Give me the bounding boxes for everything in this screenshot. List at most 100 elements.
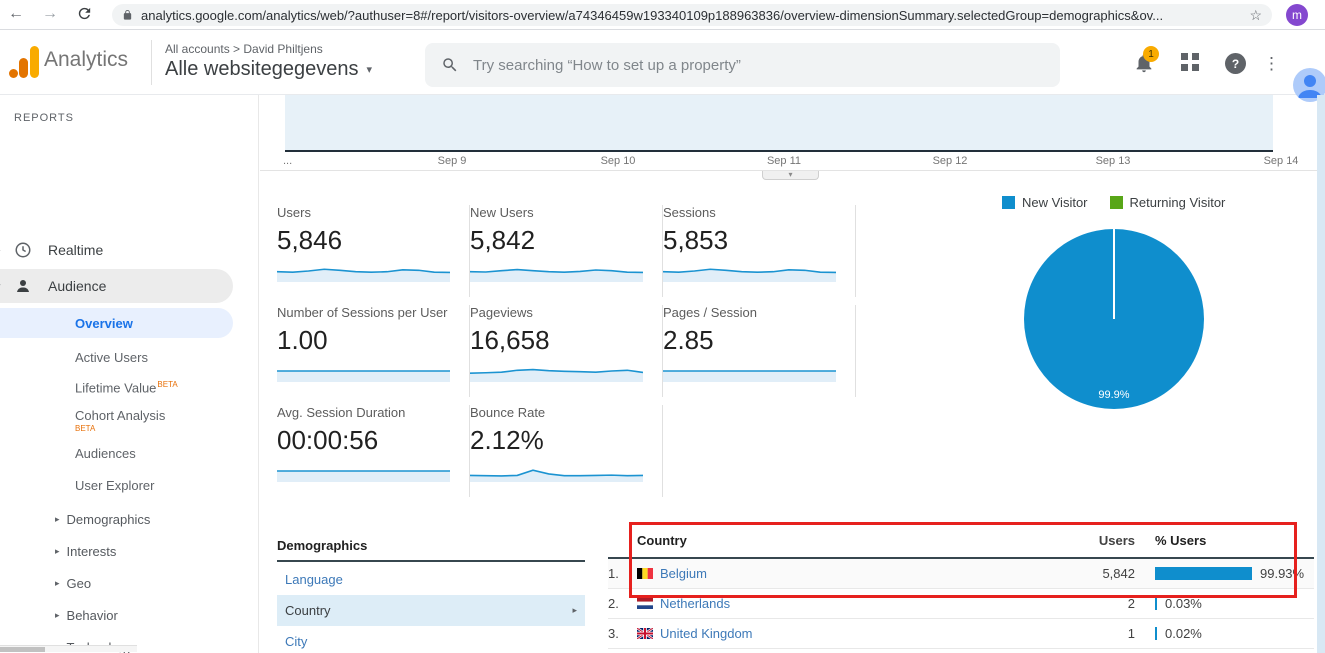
browser-profile-avatar[interactable]: m — [1286, 4, 1308, 26]
metric-label: Number of Sessions per User — [277, 305, 451, 320]
header-divider — [151, 40, 152, 85]
axis-tick: Sep 9 — [438, 155, 467, 167]
overflow-menu-button[interactable]: ⋮ — [1263, 54, 1287, 78]
product-name: Analytics — [44, 48, 128, 72]
search-icon — [441, 56, 459, 74]
metric-value: 5,842 — [470, 225, 644, 256]
chevron-down-icon: ▾ — [0, 281, 1, 292]
browser-forward-button[interactable]: → — [42, 5, 62, 25]
metric-card-avg-session-duration[interactable]: Avg. Session Duration 00:00:56 — [277, 405, 470, 497]
sidebar-item-label: Audience — [48, 278, 106, 294]
country-link[interactable]: Netherlands — [660, 596, 730, 611]
chevron-down-icon: ▾ — [788, 170, 792, 179]
sidebar-item-audiences[interactable]: Audiences — [0, 439, 233, 467]
metric-label: Bounce Rate — [470, 405, 644, 420]
country-table: Country Users % Users 1. Belgium 5,842 9… — [608, 533, 1314, 649]
browser-back-button[interactable]: ← — [8, 5, 28, 25]
metric-card-pageviews[interactable]: Pageviews 16,658 — [470, 305, 663, 397]
sparkline-chart — [470, 360, 643, 382]
table-row-belgium[interactable]: 1. Belgium 5,842 99.93% — [608, 559, 1314, 589]
legend-item-new-visitor[interactable]: New Visitor — [1002, 195, 1088, 210]
belgium-flag-icon — [637, 568, 653, 579]
pie-data-label: 99.9% — [1098, 389, 1129, 401]
metric-card-sessions[interactable]: Sessions 5,853 — [663, 205, 856, 297]
legend-item-returning-visitor[interactable]: Returning Visitor — [1110, 195, 1226, 210]
sidebar-item-geo[interactable]: ▸ Geo — [0, 567, 240, 599]
sidebar-horizontal-scrollbar[interactable] — [0, 645, 137, 652]
scrollbar-thumb[interactable] — [0, 647, 45, 652]
sidebar-item-lifetime-value[interactable]: Lifetime ValueBETA — [0, 374, 233, 402]
legend-swatch-green — [1110, 196, 1123, 209]
search-bar[interactable] — [425, 43, 1060, 87]
table-row-united-kingdom[interactable]: 3. United Kingdom 1 0.02% — [608, 619, 1314, 649]
sidebar-item-demographics[interactable]: ▸ Demographics — [0, 503, 240, 535]
axis-tick: Sep 11 — [767, 155, 801, 167]
bookmark-star-icon[interactable]: ☆ — [1249, 7, 1262, 24]
annotations-drawer-toggle[interactable]: ▾ — [762, 171, 819, 180]
item-label: Country — [285, 603, 331, 618]
metric-label: Pageviews — [470, 305, 644, 320]
sidebar-item-label: Geo — [67, 576, 92, 591]
metric-card-bounce-rate[interactable]: Bounce Rate 2.12% — [470, 405, 663, 497]
item-label: Language — [285, 572, 343, 587]
sparkline-chart — [663, 360, 836, 382]
axis-tick: Sep 14 — [1264, 155, 1299, 167]
metric-card-users[interactable]: Users 5,846 — [277, 205, 470, 297]
account-breadcrumb[interactable]: All accounts > David Philtjens — [165, 42, 323, 56]
timeline-axis-line — [285, 150, 1273, 152]
column-header-users[interactable]: Users — [1017, 533, 1135, 548]
pct-users-value: 0.02% — [1165, 626, 1202, 641]
timeline-area-chart — [285, 95, 1273, 151]
united-kingdom-flag-icon — [637, 628, 653, 639]
sidebar-item-interests[interactable]: ▸ Interests — [0, 535, 240, 567]
table-row-netherlands[interactable]: 2. Netherlands 2 0.03% — [608, 589, 1314, 619]
column-header-pct-users[interactable]: % Users — [1155, 533, 1206, 548]
country-link[interactable]: Belgium — [660, 566, 707, 581]
country-link[interactable]: United Kingdom — [660, 626, 753, 641]
address-bar[interactable]: analytics.google.com/analytics/web/?auth… — [112, 4, 1272, 26]
metric-card-pages-per-session[interactable]: Pages / Session 2.85 — [663, 305, 856, 397]
sparkline-chart — [470, 460, 643, 482]
metric-card-new-users[interactable]: New Users 5,842 — [470, 205, 663, 297]
axis-tick: Sep 10 — [601, 155, 636, 167]
sidebar-item-behavior[interactable]: ▸ Behavior — [0, 599, 240, 631]
sidebar-item-label: Cohort AnalysisBETA — [75, 408, 165, 433]
sidebar-section-label: REPORTS — [14, 112, 74, 124]
row-rank: 2. — [608, 596, 637, 611]
sidebar-item-audience[interactable]: ▾ Audience — [0, 269, 233, 303]
search-input[interactable] — [473, 57, 1044, 74]
pct-users-bar — [1155, 597, 1157, 610]
notifications-button[interactable]: 1 — [1133, 52, 1157, 76]
demographics-item-country[interactable]: Country ▸ — [277, 595, 585, 626]
axis-tick: ... — [283, 155, 292, 167]
visitor-pie-chart[interactable]: 99.9% — [1022, 227, 1206, 411]
reload-icon — [76, 5, 93, 22]
column-header-country[interactable]: Country — [637, 533, 1017, 548]
url-text: analytics.google.com/analytics/web/?auth… — [141, 8, 1241, 23]
vertical-scrollbar[interactable] — [1317, 95, 1325, 653]
apps-grid-button[interactable] — [1180, 52, 1204, 76]
sparkline-chart — [277, 260, 450, 282]
sidebar-item-active-users[interactable]: Active Users — [0, 343, 233, 371]
pct-users-value: 99.93% — [1260, 566, 1304, 581]
analytics-logo-icon[interactable] — [8, 44, 42, 85]
sidebar-item-realtime[interactable]: ▸ Realtime — [0, 235, 233, 265]
app-header: Analytics All accounts > David Philtjens… — [0, 30, 1325, 95]
sidebar-item-overview[interactable]: Overview — [0, 308, 233, 338]
help-button[interactable]: ? — [1225, 53, 1249, 77]
sidebar-item-user-explorer[interactable]: User Explorer — [0, 471, 233, 499]
sidebar-item-label: Lifetime ValueBETA — [75, 380, 178, 395]
sidebar-item-label: Demographics — [67, 512, 151, 527]
grid-icon — [1180, 52, 1200, 72]
sparkline-chart — [277, 360, 450, 382]
notification-badge: 1 — [1143, 46, 1159, 62]
metric-card-sessions-per-user[interactable]: Number of Sessions per User 1.00 — [277, 305, 470, 397]
browser-chrome: ← → analytics.google.com/analytics/web/?… — [0, 0, 1325, 30]
demographics-item-language[interactable]: Language — [277, 564, 585, 595]
axis-tick: Sep 13 — [1096, 155, 1131, 167]
pct-users-value: 0.03% — [1165, 596, 1202, 611]
browser-reload-button[interactable] — [76, 5, 96, 25]
demographics-item-city[interactable]: City — [277, 626, 585, 653]
metric-value: 2.12% — [470, 425, 644, 456]
property-selector[interactable]: Alle websitegegevens ▾ — [165, 58, 372, 81]
